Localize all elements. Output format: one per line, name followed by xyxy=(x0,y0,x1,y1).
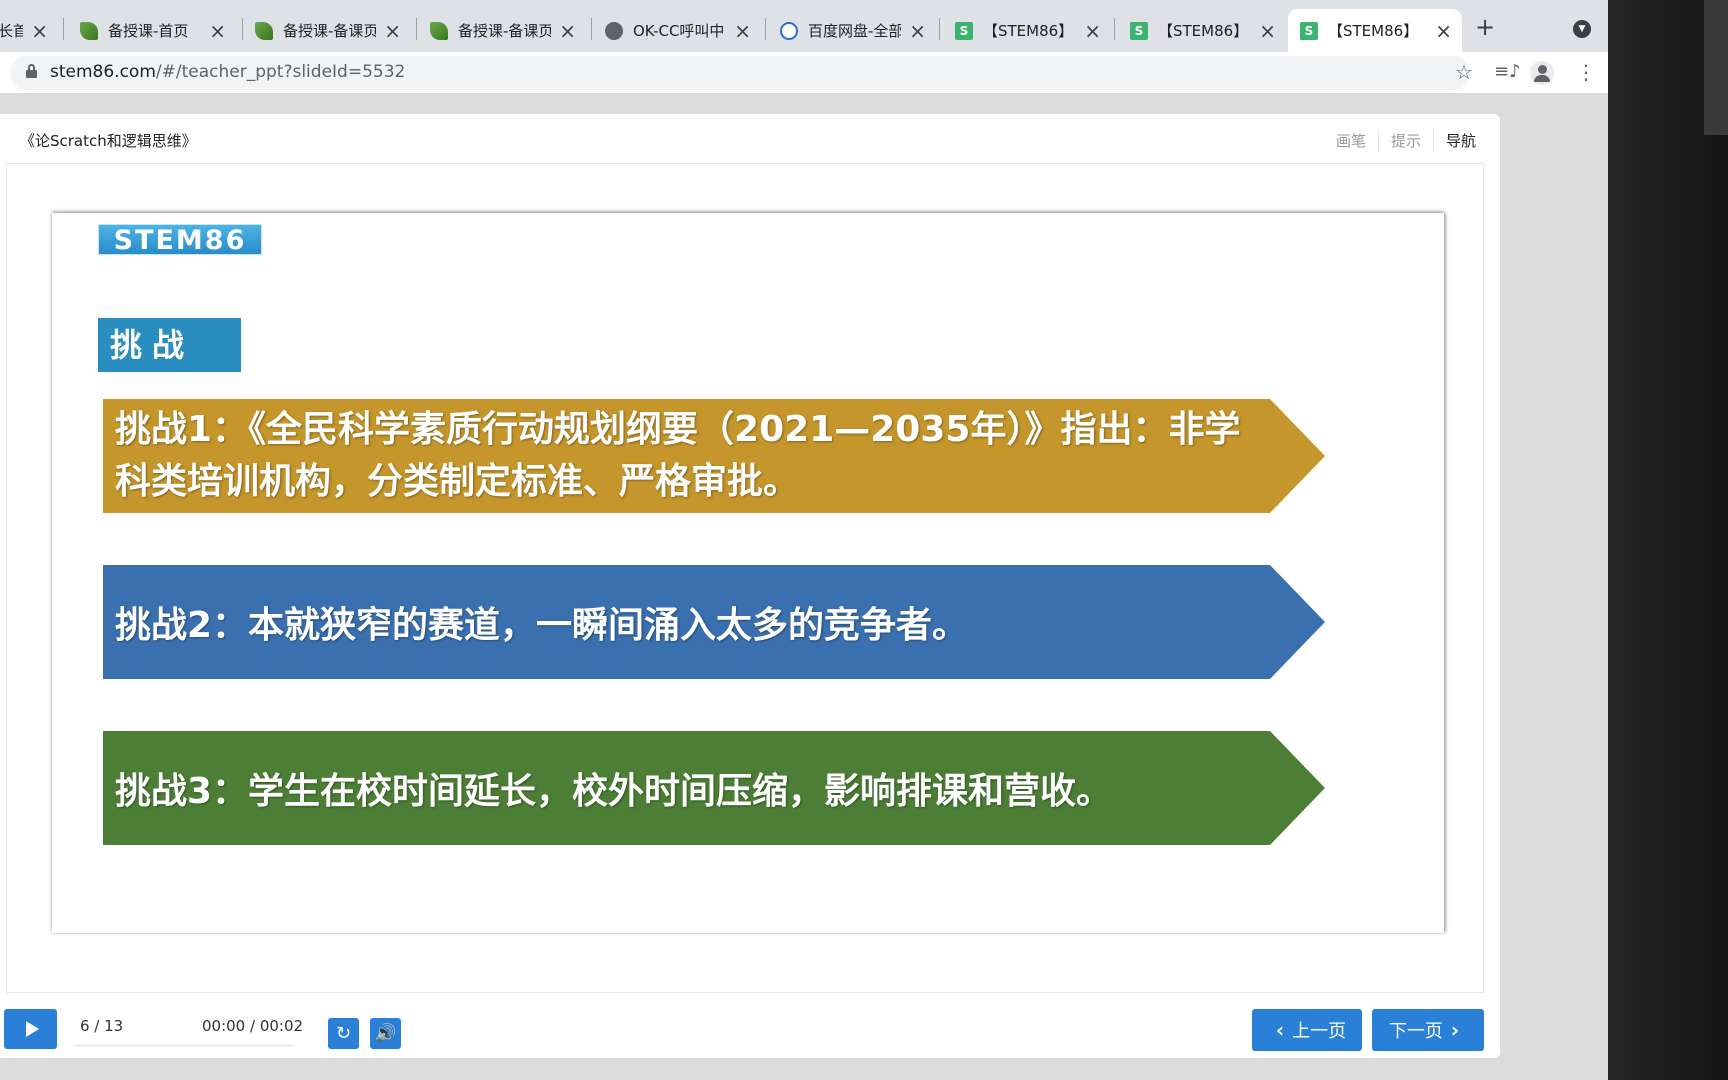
tab-title: 百度网盘-全部 xyxy=(808,22,902,40)
stem86-logo: STEM86 xyxy=(98,224,262,256)
tab-search-icon[interactable]: ▼ xyxy=(1573,20,1591,38)
close-icon[interactable]: × xyxy=(559,21,576,41)
close-icon[interactable]: × xyxy=(1259,21,1276,41)
top-nav: 画笔 提示 导航 xyxy=(1324,130,1488,151)
close-icon[interactable]: × xyxy=(734,21,751,41)
browser-window: 长首 × 备授课-首页 × 备授课-备课页 × 备授课-备课页 × OK-CC呼… xyxy=(0,0,1608,1080)
media-control-icon[interactable]: ≡♪ xyxy=(1494,61,1521,82)
play-icon xyxy=(25,1021,39,1037)
tab-strip: 长首 × 备授课-首页 × 备授课-备课页 × 备授课-备课页 × OK-CC呼… xyxy=(0,0,1608,52)
slide-heading: 挑战 xyxy=(98,318,241,372)
tab-title: 备授课-备课页 xyxy=(283,22,377,40)
nav-navigation[interactable]: 导航 xyxy=(1434,130,1488,151)
tab-title: 【STEM86】 xyxy=(1328,22,1419,40)
tab-8[interactable]: S 【STEM86】 × xyxy=(1118,9,1286,52)
challenge-2-text: 挑战2：本就狭窄的赛道，一瞬间涌入太多的竞争者。 xyxy=(115,605,969,646)
challenge-2-banner: 挑战2：本就狭窄的赛道，一瞬间涌入太多的竞争者。 xyxy=(103,565,1325,679)
stem-icon: S xyxy=(1300,21,1318,40)
tab-1[interactable]: 长首 × xyxy=(0,9,58,52)
document-title: 《论Scratch和逻辑思维》 xyxy=(20,132,197,150)
tab-title: 【STEM86】 xyxy=(1158,22,1249,40)
bookmark-star-icon[interactable]: ☆ xyxy=(1455,60,1473,84)
close-icon[interactable]: × xyxy=(31,21,48,41)
close-icon[interactable]: × xyxy=(384,21,401,41)
url-text[interactable]: stem86.com/#/teacher_ppt?slideId=5532 xyxy=(50,62,405,82)
volume-icon[interactable]: 🔊 xyxy=(370,1018,401,1049)
baidu-icon xyxy=(780,21,798,40)
tab-title: 备授课-首页 xyxy=(108,22,189,40)
nav-hint[interactable]: 提示 xyxy=(1379,130,1434,151)
globe-icon xyxy=(605,21,623,40)
challenge-3-text: 挑战3：学生在校时间延长，校外时间压缩，影响排课和营收。 xyxy=(115,771,1113,812)
nav-pen[interactable]: 画笔 xyxy=(1324,130,1379,151)
lock-icon[interactable] xyxy=(26,64,37,78)
profile-avatar-icon[interactable] xyxy=(1530,61,1554,85)
new-tab-icon[interactable]: + xyxy=(1475,13,1495,41)
close-icon[interactable]: × xyxy=(1435,21,1452,41)
replay-icon[interactable]: ↻ xyxy=(328,1018,359,1049)
close-icon[interactable]: × xyxy=(1084,21,1101,41)
challenge-3-banner: 挑战3：学生在校时间延长，校外时间压缩，影响排课和营收。 xyxy=(103,731,1325,845)
stem-icon: S xyxy=(1130,21,1148,40)
url-host: stem86.com xyxy=(50,62,156,82)
tab-title: 备授课-备课页 xyxy=(458,22,552,40)
leaf-icon xyxy=(430,21,448,40)
tab-title: 【STEM86】 xyxy=(983,22,1074,40)
player-card: 《论Scratch和逻辑思维》 画笔 提示 导航 STEM86 挑战 挑战1：《… xyxy=(0,114,1500,1058)
time-indicator: 00:00 / 00:02 xyxy=(202,1017,304,1035)
tab-active[interactable]: S 【STEM86】 × xyxy=(1288,9,1462,52)
slide: STEM86 挑战 挑战1：《全民科学素质行动规划纲要（2021—2035年）》… xyxy=(52,213,1444,933)
address-bar[interactable]: stem86.com/#/teacher_ppt?slideId=5532 ☆ xyxy=(10,56,1473,90)
chevron-left-icon: ‹ xyxy=(1275,1018,1285,1042)
leaf-icon xyxy=(255,21,273,40)
close-icon[interactable]: × xyxy=(209,21,226,41)
prev-label: 上一页 xyxy=(1292,1021,1347,1042)
tab-7[interactable]: S 【STEM86】 × xyxy=(943,9,1111,52)
tab-2[interactable]: 备授课-首页 × xyxy=(68,9,236,52)
chevron-right-icon: › xyxy=(1450,1018,1460,1042)
player-controls: 6 / 13 00:00 / 00:02 ↻ 🔊 ‹ 上一页 下一页 › xyxy=(0,998,1500,1058)
tab-3[interactable]: 备授课-备课页 × xyxy=(243,9,411,52)
browser-toolbar: stem86.com/#/teacher_ppt?slideId=5532 ☆ … xyxy=(0,52,1608,94)
next-page-button[interactable]: 下一页 › xyxy=(1372,1009,1484,1051)
prev-page-button[interactable]: ‹ 上一页 xyxy=(1252,1009,1362,1051)
slide-stage: STEM86 挑战 挑战1：《全民科学素质行动规划纲要（2021—2035年）》… xyxy=(6,163,1484,993)
audio-progress-bar[interactable] xyxy=(74,1044,294,1047)
more-menu-icon[interactable]: ⋮ xyxy=(1576,60,1596,84)
tab-5[interactable]: OK-CC呼叫中 × xyxy=(593,9,761,52)
tab-title: OK-CC呼叫中 xyxy=(633,22,725,40)
next-label: 下一页 xyxy=(1388,1021,1443,1042)
close-icon[interactable]: × xyxy=(909,21,926,41)
desktop-background xyxy=(1608,0,1728,1080)
challenge-1-banner: 挑战1：《全民科学素质行动规划纲要（2021—2035年）》指出：非学科类培训机… xyxy=(103,399,1325,513)
stem-icon: S xyxy=(955,21,973,40)
page-content: 《论Scratch和逻辑思维》 画笔 提示 导航 STEM86 挑战 挑战1：《… xyxy=(0,94,1608,1080)
tab-title: 长首 xyxy=(0,22,24,40)
tab-4[interactable]: 备授课-备课页 × xyxy=(418,9,586,52)
tab-6[interactable]: 百度网盘-全部 × xyxy=(768,9,936,52)
url-path: /#/teacher_ppt?slideId=5532 xyxy=(155,62,406,82)
challenge-1-text: 挑战1：《全民科学素质行动规划纲要（2021—2035年）》指出：非学科类培训机… xyxy=(115,409,1241,502)
page-indicator: 6 / 13 xyxy=(80,1017,124,1035)
leaf-icon xyxy=(80,21,98,40)
play-button[interactable] xyxy=(4,1009,57,1049)
